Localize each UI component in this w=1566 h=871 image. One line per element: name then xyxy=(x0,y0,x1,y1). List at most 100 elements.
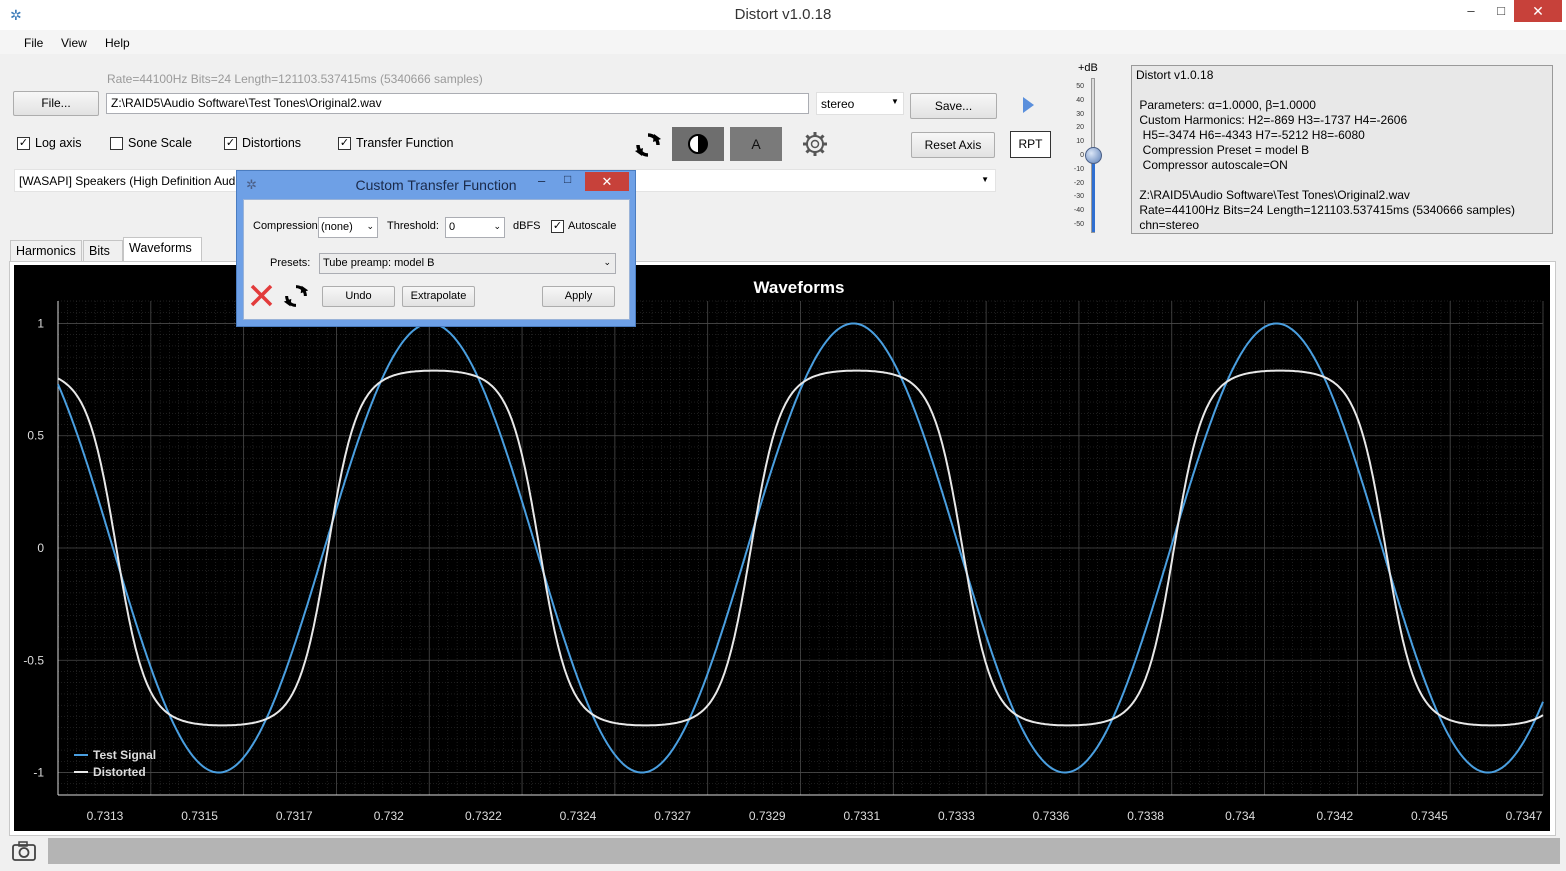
x-tick-label: 0.7331 xyxy=(843,809,880,823)
maximize-button[interactable]: □ xyxy=(1486,0,1516,22)
x-tick-label: 0.7327 xyxy=(654,809,691,823)
menu-file[interactable]: File xyxy=(24,36,43,50)
channel-select-value: stereo xyxy=(821,97,855,111)
reload-icon[interactable] xyxy=(281,281,311,311)
autoscale-checkbox[interactable]: ✓ xyxy=(551,220,564,233)
y-tick-label: 0 xyxy=(37,541,44,555)
clear-icon[interactable] xyxy=(248,282,275,309)
autoscale-label: Autoscale xyxy=(568,220,617,232)
menu-bar xyxy=(0,30,1566,54)
volume-label: +dB xyxy=(1078,62,1098,74)
dialog-minimize-button[interactable]: – xyxy=(538,173,552,188)
volume-tick: -30 xyxy=(1073,193,1084,201)
file-path-input[interactable]: Z:\RAID5\Audio Software\Test Tones\Origi… xyxy=(106,93,809,114)
volume-tick: 10 xyxy=(1076,138,1084,146)
menu-help[interactable]: Help xyxy=(105,36,130,50)
log-axis-label: Log axis xyxy=(35,136,82,150)
compression-label: Compression: xyxy=(253,220,321,232)
play-icon[interactable] xyxy=(1018,95,1038,115)
gear-icon[interactable] xyxy=(801,130,829,158)
x-tick-label: 0.7313 xyxy=(87,809,124,823)
volume-tick: 0 xyxy=(1080,151,1084,159)
apply-button[interactable]: Apply xyxy=(542,286,615,307)
tab-harmonics[interactable]: Harmonics xyxy=(10,240,82,261)
presets-value: Tube preamp: model B xyxy=(323,257,435,269)
presets-select[interactable]: Tube preamp: model B ⌄ xyxy=(319,253,616,274)
window-title: Distort v1.0.18 xyxy=(734,6,832,23)
reset-axis-button[interactable]: Reset Axis xyxy=(911,132,995,158)
x-tick-label: 0.7315 xyxy=(181,809,218,823)
legend-label-distorted: Distorted xyxy=(93,765,146,779)
x-tick-label: 0.7324 xyxy=(560,809,597,823)
dbfs-label: dBFS xyxy=(513,220,541,232)
chevron-down-icon: ▼ xyxy=(981,175,989,184)
volume-slider-thumb[interactable] xyxy=(1085,147,1102,164)
camera-icon[interactable] xyxy=(10,838,38,864)
x-tick-label: 0.7342 xyxy=(1316,809,1353,823)
volume-tick: -20 xyxy=(1073,179,1084,187)
chevron-down-icon: ▼ xyxy=(891,97,899,106)
volume-tick: -40 xyxy=(1073,207,1084,215)
threshold-value: 0 xyxy=(449,221,456,233)
a-button[interactable]: A xyxy=(730,127,782,161)
refresh-icon[interactable] xyxy=(632,129,664,161)
extrapolate-button[interactable]: Extrapolate xyxy=(402,286,475,307)
info-panel: Distort v1.0.18 Parameters: α=1.0000, β=… xyxy=(1131,65,1553,234)
contrast-icon xyxy=(688,134,708,154)
y-tick-label: 0.5 xyxy=(27,429,44,443)
chevron-down-icon: ⌄ xyxy=(603,257,611,267)
sone-scale-label: Sone Scale xyxy=(128,136,192,150)
chevron-down-icon: ⌄ xyxy=(493,221,501,231)
x-tick-label: 0.734 xyxy=(1225,809,1255,823)
tab-waveforms[interactable]: Waveforms xyxy=(123,237,202,262)
volume-tick: 30 xyxy=(1076,110,1084,118)
legend-label-test-signal: Test Signal xyxy=(93,748,156,762)
distortions-checkbox[interactable]: ✓ xyxy=(224,137,237,150)
file-info-label: Rate=44100Hz Bits=24 Length=121103.53741… xyxy=(107,72,483,86)
volume-tick: 40 xyxy=(1076,96,1084,104)
status-bar xyxy=(48,838,1560,864)
dialog-maximize-button[interactable]: □ xyxy=(564,172,578,186)
x-tick-label: 0.7338 xyxy=(1127,809,1164,823)
volume-tick: 50 xyxy=(1076,83,1084,90)
volume-fill xyxy=(1092,155,1095,232)
tab-bits[interactable]: Bits xyxy=(83,240,123,261)
volume-tick: 20 xyxy=(1076,124,1084,132)
distortions-label: Distortions xyxy=(242,136,302,150)
y-tick-label: -0.5 xyxy=(23,653,44,667)
chart-title: Waveforms xyxy=(753,278,844,297)
file-button[interactable]: File... xyxy=(13,91,99,116)
compression-select[interactable]: (none) ⌄ xyxy=(318,217,378,238)
x-tick-label: 0.7345 xyxy=(1411,809,1448,823)
compression-value: (none) xyxy=(321,221,353,233)
threshold-select[interactable]: 0 ⌄ xyxy=(445,217,505,238)
volume-tick: -50 xyxy=(1073,220,1084,228)
threshold-label: Threshold: xyxy=(387,220,439,232)
chevron-down-icon: ⌄ xyxy=(366,221,374,231)
undo-button[interactable]: Undo xyxy=(322,286,395,307)
rpt-button[interactable]: RPT xyxy=(1010,131,1051,158)
x-tick-label: 0.7336 xyxy=(1033,809,1070,823)
save-button[interactable]: Save... xyxy=(910,93,997,119)
contrast-button[interactable] xyxy=(672,127,724,161)
presets-label: Presets: xyxy=(270,257,311,269)
close-button[interactable]: ✕ xyxy=(1514,0,1562,22)
sone-scale-checkbox[interactable] xyxy=(110,137,123,150)
output-device-value: [WASAPI] Speakers (High Definition Aud xyxy=(19,174,236,188)
log-axis-checkbox[interactable]: ✓ xyxy=(17,137,30,150)
waveform-chart[interactable]: Waveforms 1 0.5 0 -0.5 -1 0.7313 0.7315 0.7317 0.… xyxy=(14,265,1550,831)
x-tick-label: 0.7322 xyxy=(465,809,502,823)
x-tick-label: 0.7317 xyxy=(276,809,313,823)
x-tick-label: 0.7347 xyxy=(1506,809,1543,823)
y-tick-label: -1 xyxy=(33,766,44,780)
menu-view[interactable]: View xyxy=(61,36,87,50)
transfer-function-checkbox[interactable]: ✓ xyxy=(338,137,351,150)
dialog-close-button[interactable]: ✕ xyxy=(585,172,629,191)
transfer-function-label: Transfer Function xyxy=(356,136,454,150)
volume-scale: 50 40 30 20 10 0 -10 -20 -30 -40 -50 xyxy=(1060,80,1084,232)
x-tick-label: 0.7333 xyxy=(938,809,975,823)
channel-select[interactable]: stereo ▼ xyxy=(816,92,904,115)
y-tick-label: 1 xyxy=(37,316,44,330)
x-tick-label: 0.732 xyxy=(374,809,404,823)
minimize-button[interactable]: – xyxy=(1456,0,1486,22)
